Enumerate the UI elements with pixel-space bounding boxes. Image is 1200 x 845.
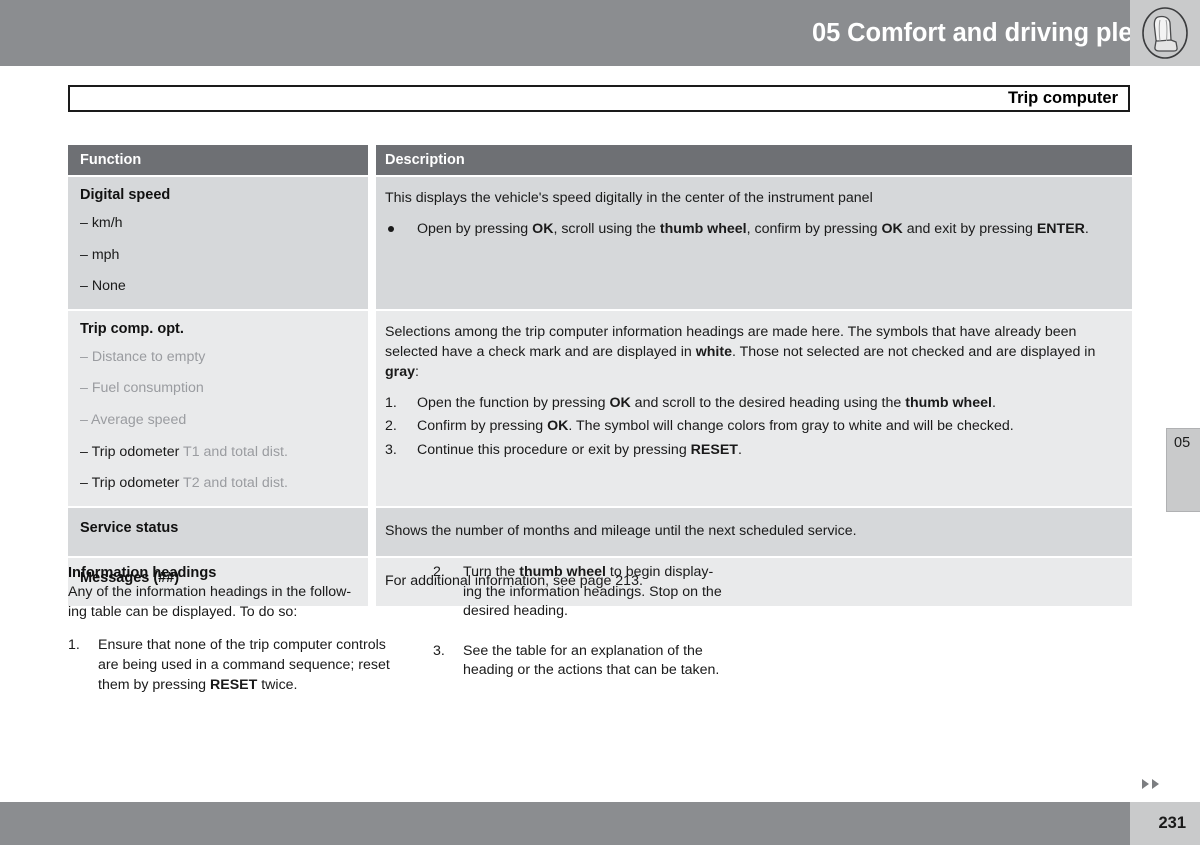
description-step-list: 1. Open the function by pressing OK and s… bbox=[385, 393, 1118, 459]
info-intro-text: Any of the information headings in the f… bbox=[68, 584, 352, 620]
function-option-item: – Trip odometer T2 and total dist. bbox=[80, 475, 288, 492]
arrow-right-icon-2 bbox=[1152, 779, 1159, 789]
function-title: Service status bbox=[80, 519, 179, 536]
info-step-item: 2. Turn the thumb wheel to begin display-… bbox=[433, 564, 722, 620]
function-option-item: – Average speed bbox=[80, 411, 187, 428]
description-step-item: 1. Open the function by pressing OK and s… bbox=[385, 393, 1118, 413]
description-text: Selections among the trip computer infor… bbox=[385, 323, 1096, 381]
footer-band bbox=[0, 802, 1130, 845]
chapter-title: 05 Comfort and driving pleasure bbox=[812, 19, 1200, 47]
section-title: Trip computer bbox=[1007, 89, 1118, 107]
function-option-item: – mph bbox=[80, 246, 120, 263]
function-option-item: – Trip odometer T1 and total dist. bbox=[80, 443, 288, 460]
description-text: This displays the vehicle's speed digita… bbox=[385, 190, 873, 206]
function-option-item: – Fuel consumption bbox=[80, 380, 204, 397]
info-column-left: Information headings Any of the informat… bbox=[68, 563, 403, 695]
table-row: Trip comp. opt. – Distance to empty – Fuel… bbox=[68, 310, 1132, 506]
description-text: Shows the number of months and mileage u… bbox=[385, 522, 857, 539]
info-steps-right: 2. Turn the thumb wheel to begin display-… bbox=[433, 563, 768, 681]
info-steps-left: 1. Ensure that none of the trip computer … bbox=[68, 636, 403, 695]
bullet-dot-icon bbox=[388, 226, 394, 233]
table-cell-function: Trip comp. opt. – Distance to empty – Fuel… bbox=[68, 310, 368, 506]
step-number: 1. bbox=[68, 637, 80, 654]
step-number: 1. bbox=[385, 395, 397, 412]
chapter-tab-label: 05 bbox=[1174, 435, 1191, 451]
description-bullet-item: Open by pressing OK, scroll using the th… bbox=[385, 219, 1118, 239]
column-header-description: Description bbox=[376, 145, 1132, 175]
step-number: 3. bbox=[433, 642, 445, 659]
step-number: 3. bbox=[385, 441, 397, 458]
arrow-right-icon-1 bbox=[1142, 779, 1149, 789]
description-step-item: 2. Confirm by pressing OK. The symbol wil… bbox=[385, 416, 1118, 436]
table-row: Digital speed – km/h – mph – None This displ… bbox=[68, 177, 1132, 309]
info-step-item: 1. Ensure that none of the trip computer … bbox=[68, 637, 390, 693]
table-cell-description: Shows the number of months and mileage u… bbox=[376, 507, 1132, 556]
table-cell-description: This displays the vehicle's speed digita… bbox=[376, 177, 1132, 309]
info-step-item: 3. See the table for an explanation of th… bbox=[433, 642, 720, 679]
step-number: 2. bbox=[385, 418, 397, 435]
info-column-right: 2. Turn the thumb wheel to begin display-… bbox=[433, 563, 768, 701]
function-title: Digital speed bbox=[80, 187, 171, 203]
table-cell-description: Selections among the trip computer infor… bbox=[376, 310, 1132, 506]
chapter-tab-05: 05 bbox=[1166, 428, 1200, 512]
footer-page-box: 231 bbox=[1130, 802, 1200, 845]
table-cell-function: Digital speed – km/h – mph – None bbox=[68, 177, 368, 309]
double-right-arrow-icon bbox=[1142, 779, 1159, 789]
description-bullet-list: Open by pressing OK, scroll using the th… bbox=[385, 219, 1118, 239]
function-option-item: – None bbox=[80, 278, 126, 295]
page-footer: 231 bbox=[0, 802, 1200, 845]
table-cell-function: Service status bbox=[68, 507, 368, 556]
page-header: 05 Comfort and driving pleasure bbox=[0, 0, 1200, 66]
table-header-row: Function Description bbox=[68, 145, 1132, 175]
section-title-box: Trip computer bbox=[68, 85, 1130, 112]
page-number: 231 bbox=[1158, 814, 1186, 832]
function-option-item: – Distance to empty bbox=[80, 348, 206, 365]
function-option-item: – km/h bbox=[80, 214, 123, 231]
table-row: Service status Shows the number of months… bbox=[68, 507, 1132, 556]
info-subheading: Information headings bbox=[68, 565, 217, 581]
car-seat-icon bbox=[1142, 7, 1188, 59]
trip-computer-table: Function Description Digital speed – km/h… bbox=[68, 145, 1132, 608]
function-title: Trip comp. opt. bbox=[80, 320, 184, 337]
column-header-function: Function bbox=[68, 145, 368, 175]
description-step-item: 3. Continue this procedure or exit by pre… bbox=[385, 440, 1118, 460]
step-number: 2. bbox=[433, 564, 445, 580]
header-icon-container bbox=[1130, 0, 1200, 66]
